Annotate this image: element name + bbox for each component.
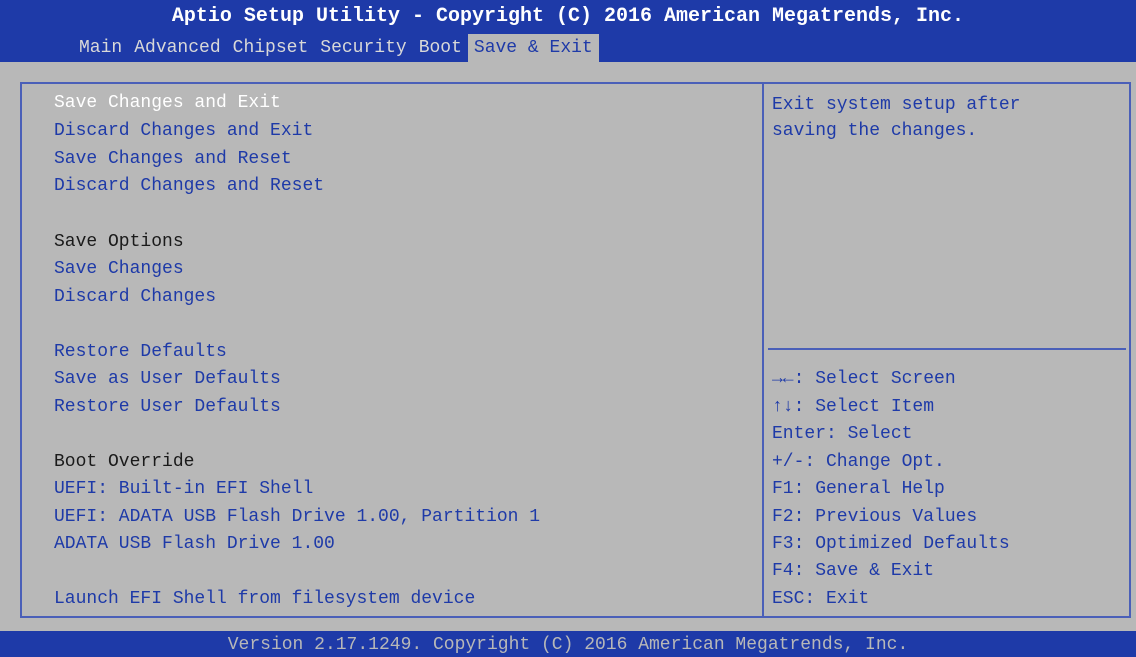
key-hint-f2: F2: Previous Values — [772, 507, 978, 527]
tab-save-exit[interactable]: Save & Exit — [467, 34, 599, 62]
key-hint-enter: Enter: Select — [772, 424, 913, 444]
launch-efi-shell-item[interactable]: Launch EFI Shell from filesystem device — [54, 586, 475, 612]
tab-security[interactable]: Security — [314, 34, 412, 62]
discard-changes-item[interactable]: Discard Changes — [54, 284, 216, 310]
save-options-label: Save Options — [54, 232, 184, 252]
tab-bar: Main Advanced Chipset Security Boot Save… — [73, 34, 599, 62]
key-hint-select-screen: →←: Select Screen — [772, 369, 956, 389]
header-bar: Aptio Setup Utility - Copyright (C) 2016… — [0, 0, 1136, 62]
save-as-user-defaults-item[interactable]: Save as User Defaults — [54, 366, 281, 392]
menu-pane: Save Changes and Exit Discard Changes an… — [20, 84, 764, 616]
key-hint-select-item: ↑↓: Select Item — [772, 397, 935, 417]
discard-changes-and-exit-item[interactable]: Discard Changes and Exit — [54, 118, 313, 144]
tab-boot[interactable]: Boot — [413, 34, 468, 62]
key-hint-f3: F3: Optimized Defaults — [772, 534, 1010, 554]
key-hint-f4: F4: Save & Exit — [772, 561, 935, 581]
restore-defaults-item[interactable]: Restore Defaults — [54, 339, 227, 365]
help-pane: Exit system setup after saving the chang… — [764, 84, 1131, 616]
tab-main[interactable]: Main — [73, 34, 128, 62]
discard-changes-and-reset-item[interactable]: Discard Changes and Reset — [54, 173, 324, 199]
content-frame: Save Changes and Exit Discard Changes an… — [20, 82, 1131, 618]
restore-user-defaults-item[interactable]: Restore User Defaults — [54, 394, 281, 420]
help-divider — [768, 348, 1126, 350]
save-changes-and-reset-item[interactable]: Save Changes and Reset — [54, 146, 292, 172]
save-changes-and-exit-item[interactable]: Save Changes and Exit — [54, 90, 281, 116]
tab-chipset[interactable]: Chipset — [227, 34, 315, 62]
version-text: Version 2.17.1249. Copyright (C) 2016 Am… — [227, 635, 909, 655]
boot-override-label: Boot Override — [54, 452, 195, 472]
tab-advanced[interactable]: Advanced — [128, 34, 226, 62]
uefi-builtin-shell-item[interactable]: UEFI: Built-in EFI Shell — [54, 476, 313, 502]
page-title: Aptio Setup Utility - Copyright (C) 2016… — [171, 5, 965, 28]
key-hint-change-opt: +/-: Change Opt. — [772, 452, 945, 472]
footer-bar: Version 2.17.1249. Copyright (C) 2016 Am… — [0, 631, 1136, 657]
help-description: Exit system setup after saving the chang… — [772, 95, 1021, 141]
key-hint-f1: F1: General Help — [772, 479, 945, 499]
save-changes-item[interactable]: Save Changes — [54, 256, 184, 282]
bios-screen: Aptio Setup Utility - Copyright (C) 2016… — [0, 0, 1136, 657]
adata-usb-item[interactable]: ADATA USB Flash Drive 1.00 — [54, 531, 335, 557]
uefi-adata-usb-item[interactable]: UEFI: ADATA USB Flash Drive 1.00, Partit… — [54, 504, 540, 530]
key-hint-esc: ESC: Exit — [772, 589, 870, 609]
